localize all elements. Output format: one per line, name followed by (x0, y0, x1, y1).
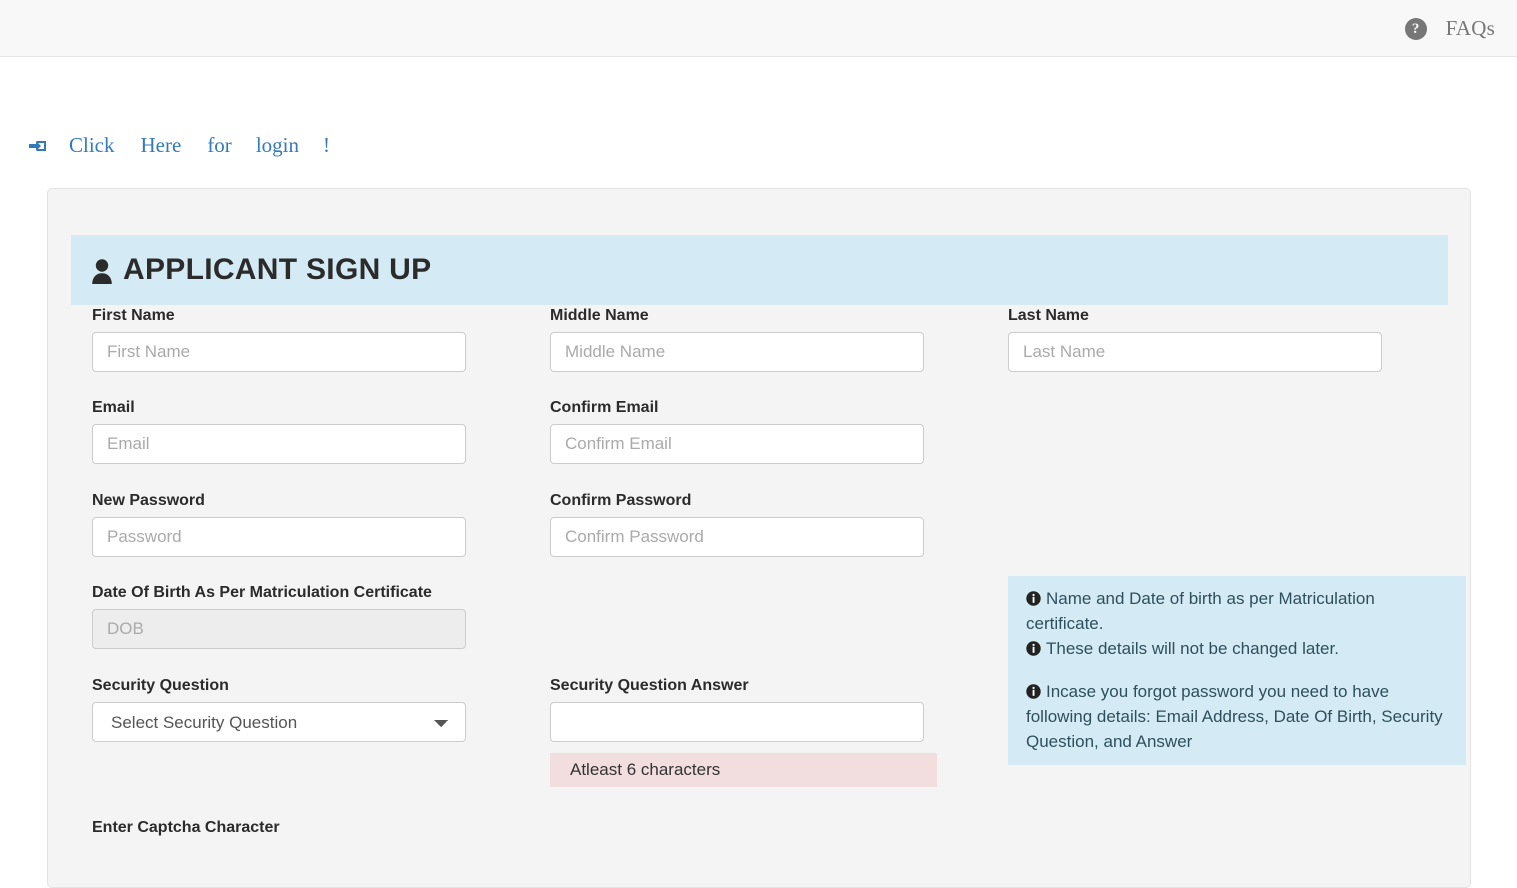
form-row-emails: Email Confirm Email (48, 399, 1470, 464)
field-group-captcha: Enter Captcha Character (48, 819, 506, 844)
field-group-new-password: New Password (48, 492, 506, 557)
alert-text-1: Name and Date of birth as per Matriculat… (1026, 589, 1375, 633)
login-word-for[interactable]: for (207, 133, 232, 158)
login-word-login[interactable]: login (256, 133, 299, 158)
field-group-email: Email (48, 399, 506, 464)
confirm-password-label: Confirm Password (550, 492, 692, 509)
new-password-label: New Password (92, 492, 205, 509)
field-group-last-name: Last Name (964, 307, 1422, 372)
field-group-email-spacer (964, 399, 1422, 464)
question-circle-icon[interactable]: ? (1404, 17, 1427, 40)
field-group-dob-spacer (506, 584, 964, 672)
confirm-email-input[interactable] (550, 424, 924, 464)
field-group-dob: Date Of Birth As Per Matriculation Certi… (48, 584, 506, 672)
confirm-password-input[interactable] (550, 517, 924, 557)
login-link-row[interactable]: Click Here for login ! (27, 133, 330, 158)
first-name-input[interactable] (92, 332, 466, 372)
form-row-security: Security Question Select Security Questi… (48, 669, 1470, 787)
field-group-middle-name: Middle Name (506, 307, 964, 372)
field-group-security-answer: Security Question Answer Atleast 6 chara… (506, 677, 964, 787)
form-row-passwords: New Password Confirm Password (48, 492, 1470, 557)
first-name-label: First Name (92, 307, 175, 324)
panel-banner: APPLICANT SIGN UP (71, 235, 1448, 305)
field-group-confirm-email: Confirm Email (506, 399, 964, 464)
dob-input[interactable] (92, 609, 466, 649)
field-group-first-name: First Name (48, 307, 506, 372)
info-circle-icon (1026, 638, 1041, 656)
alert-forgot-password: Incase you forgot password you need to h… (964, 669, 1466, 787)
email-label: Email (92, 399, 135, 416)
captcha-label: Enter Captcha Character (92, 819, 280, 836)
signup-panel: APPLICANT SIGN UP First Name Middle Name… (47, 188, 1471, 888)
form-row-names: First Name Middle Name Last Name (48, 307, 1470, 372)
info-circle-icon (1026, 681, 1041, 699)
form-row-captcha: Enter Captcha Character (48, 819, 1470, 844)
security-answer-error: Atleast 6 characters (550, 753, 937, 787)
sign-in-icon[interactable] (27, 135, 49, 157)
email-input[interactable] (92, 424, 466, 464)
alert-line-1: Name and Date of birth as per Matriculat… (1026, 586, 1452, 636)
middle-name-input[interactable] (550, 332, 924, 372)
info-circle-icon (1026, 588, 1041, 606)
faqs-link[interactable]: FAQs (1446, 16, 1495, 41)
confirm-email-label: Confirm Email (550, 399, 659, 416)
field-group-password-spacer (964, 492, 1422, 557)
alert-line-2: These details will not be changed later. (1026, 636, 1452, 661)
security-answer-input[interactable] (550, 702, 924, 742)
alert-text-2: These details will not be changed later. (1046, 639, 1339, 658)
middle-name-label: Middle Name (550, 307, 649, 324)
field-group-confirm-password: Confirm Password (506, 492, 964, 557)
new-password-input[interactable] (92, 517, 466, 557)
field-group-security-question: Security Question Select Security Questi… (48, 677, 506, 787)
dob-label: Date Of Birth As Per Matriculation Certi… (92, 584, 432, 601)
navbar-right-group: ? FAQs (1404, 0, 1495, 57)
security-question-label: Security Question (92, 677, 229, 694)
form-row-dob: Date Of Birth As Per Matriculation Certi… (48, 576, 1470, 672)
alert-text-3: Incase you forgot password you need to h… (1026, 682, 1443, 751)
top-navbar: ? FAQs (0, 0, 1517, 57)
login-word-exclamation[interactable]: ! (323, 133, 330, 158)
alert-matriculation: Name and Date of birth as per Matriculat… (964, 576, 1466, 672)
last-name-input[interactable] (1008, 332, 1382, 372)
user-icon (91, 258, 113, 284)
page-title: APPLICANT SIGN UP (123, 253, 432, 286)
last-name-label: Last Name (1008, 307, 1089, 324)
security-question-select[interactable]: Select Security Question (92, 702, 466, 742)
security-answer-label: Security Question Answer (550, 677, 749, 694)
login-word-here[interactable]: Here (141, 133, 182, 158)
alert-line-3: Incase you forgot password you need to h… (1026, 679, 1452, 754)
login-word-click[interactable]: Click (69, 133, 115, 158)
